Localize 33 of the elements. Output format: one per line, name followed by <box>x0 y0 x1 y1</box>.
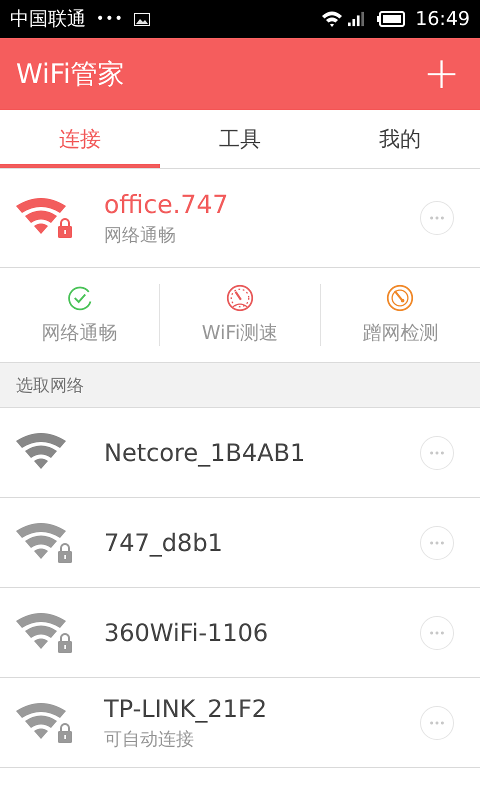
more-button[interactable] <box>420 526 454 560</box>
wifi-status-icon <box>321 10 344 28</box>
network-name: 747_d8b1 <box>104 528 224 556</box>
image-icon <box>134 12 150 26</box>
connection-status: 网络通畅 <box>104 224 177 246</box>
network-note: 可自动连接 <box>104 728 195 750</box>
app-title: WiFi管家 <box>16 58 125 92</box>
radar-icon <box>386 284 414 312</box>
network-row[interactable]: 747_d8b1 <box>0 498 480 588</box>
network-name: office.747 <box>104 190 230 218</box>
more-button[interactable] <box>420 616 454 650</box>
speedometer-icon <box>226 284 254 312</box>
network-row[interactable]: 360WiFi-1106 <box>0 588 480 678</box>
carrier-name: 中国联通 <box>10 7 86 32</box>
ellipsis-icon <box>428 720 446 724</box>
ellipsis-icon <box>428 450 446 454</box>
ellipsis-icon <box>428 630 446 634</box>
clock-time: 16:49 <box>415 8 470 30</box>
signal-icon <box>347 11 366 27</box>
network-row[interactable]: TP-LINK_21F2 可自动连接 <box>0 678 480 768</box>
ellipsis-icon <box>428 216 446 220</box>
network-row[interactable]: Netcore_1B4AB1 <box>0 408 480 498</box>
notification-dots: ••• <box>96 11 124 27</box>
network-name: 360WiFi-1106 <box>104 618 270 646</box>
more-button[interactable] <box>420 201 454 235</box>
network-name: TP-LINK_21F2 <box>104 694 268 722</box>
battery-icon <box>377 11 406 27</box>
check-circle-icon <box>66 284 94 312</box>
network-name: Netcore_1B4AB1 <box>104 438 306 466</box>
more-button[interactable] <box>420 706 454 740</box>
more-button[interactable] <box>420 436 454 470</box>
ellipsis-icon <box>428 540 446 544</box>
section-header: 选取网络 <box>0 362 480 408</box>
